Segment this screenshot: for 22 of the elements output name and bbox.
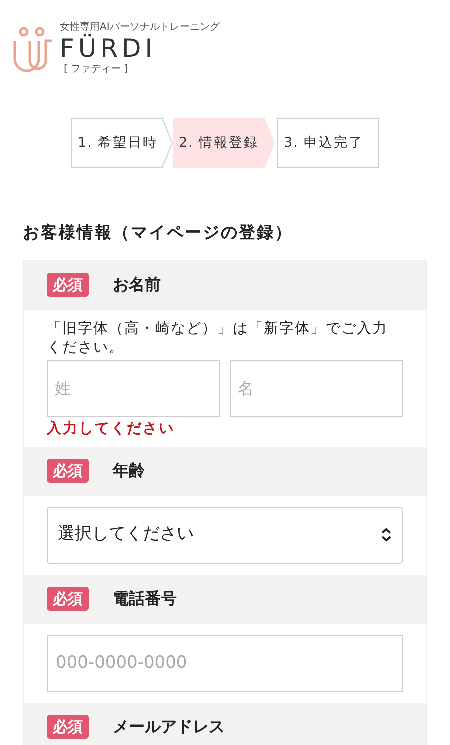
field-label: お名前 [113,274,161,296]
error-message: 入力してください [47,420,176,439]
select-field[interactable]: 選択してください [47,506,403,564]
field-label: メールアドレス [113,716,225,738]
step-label: 2. 情報登録 [179,134,260,153]
logo-reading: [ ファディー ] [63,64,128,75]
step-label: 3. 申込完了 [284,134,364,153]
text-field[interactable]: 名 [230,360,403,417]
required-badge: 必須 [47,273,89,298]
text-field[interactable]: 姓 [47,360,220,417]
sort-icon [381,528,392,542]
required-badge: 必須 [47,459,89,483]
step-label: 1. 希望日時 [78,134,158,153]
section-title: お客様情報（マイページの登録） [23,222,294,244]
text-field[interactable]: 000-0000-0000 [47,634,403,692]
field-note: 「旧字体（高・崎など）」は「新字体」でご入力ください。 [47,320,389,358]
logo-wordmark: FÜRDI [60,33,157,64]
field-label: 電話番号 [113,588,177,610]
logo-tagline: 女性専用AIパーソナルトレーニング [60,23,220,34]
field-label: 年齢 [113,460,145,482]
required-badge: 必須 [47,715,89,739]
required-badge: 必須 [47,587,89,611]
